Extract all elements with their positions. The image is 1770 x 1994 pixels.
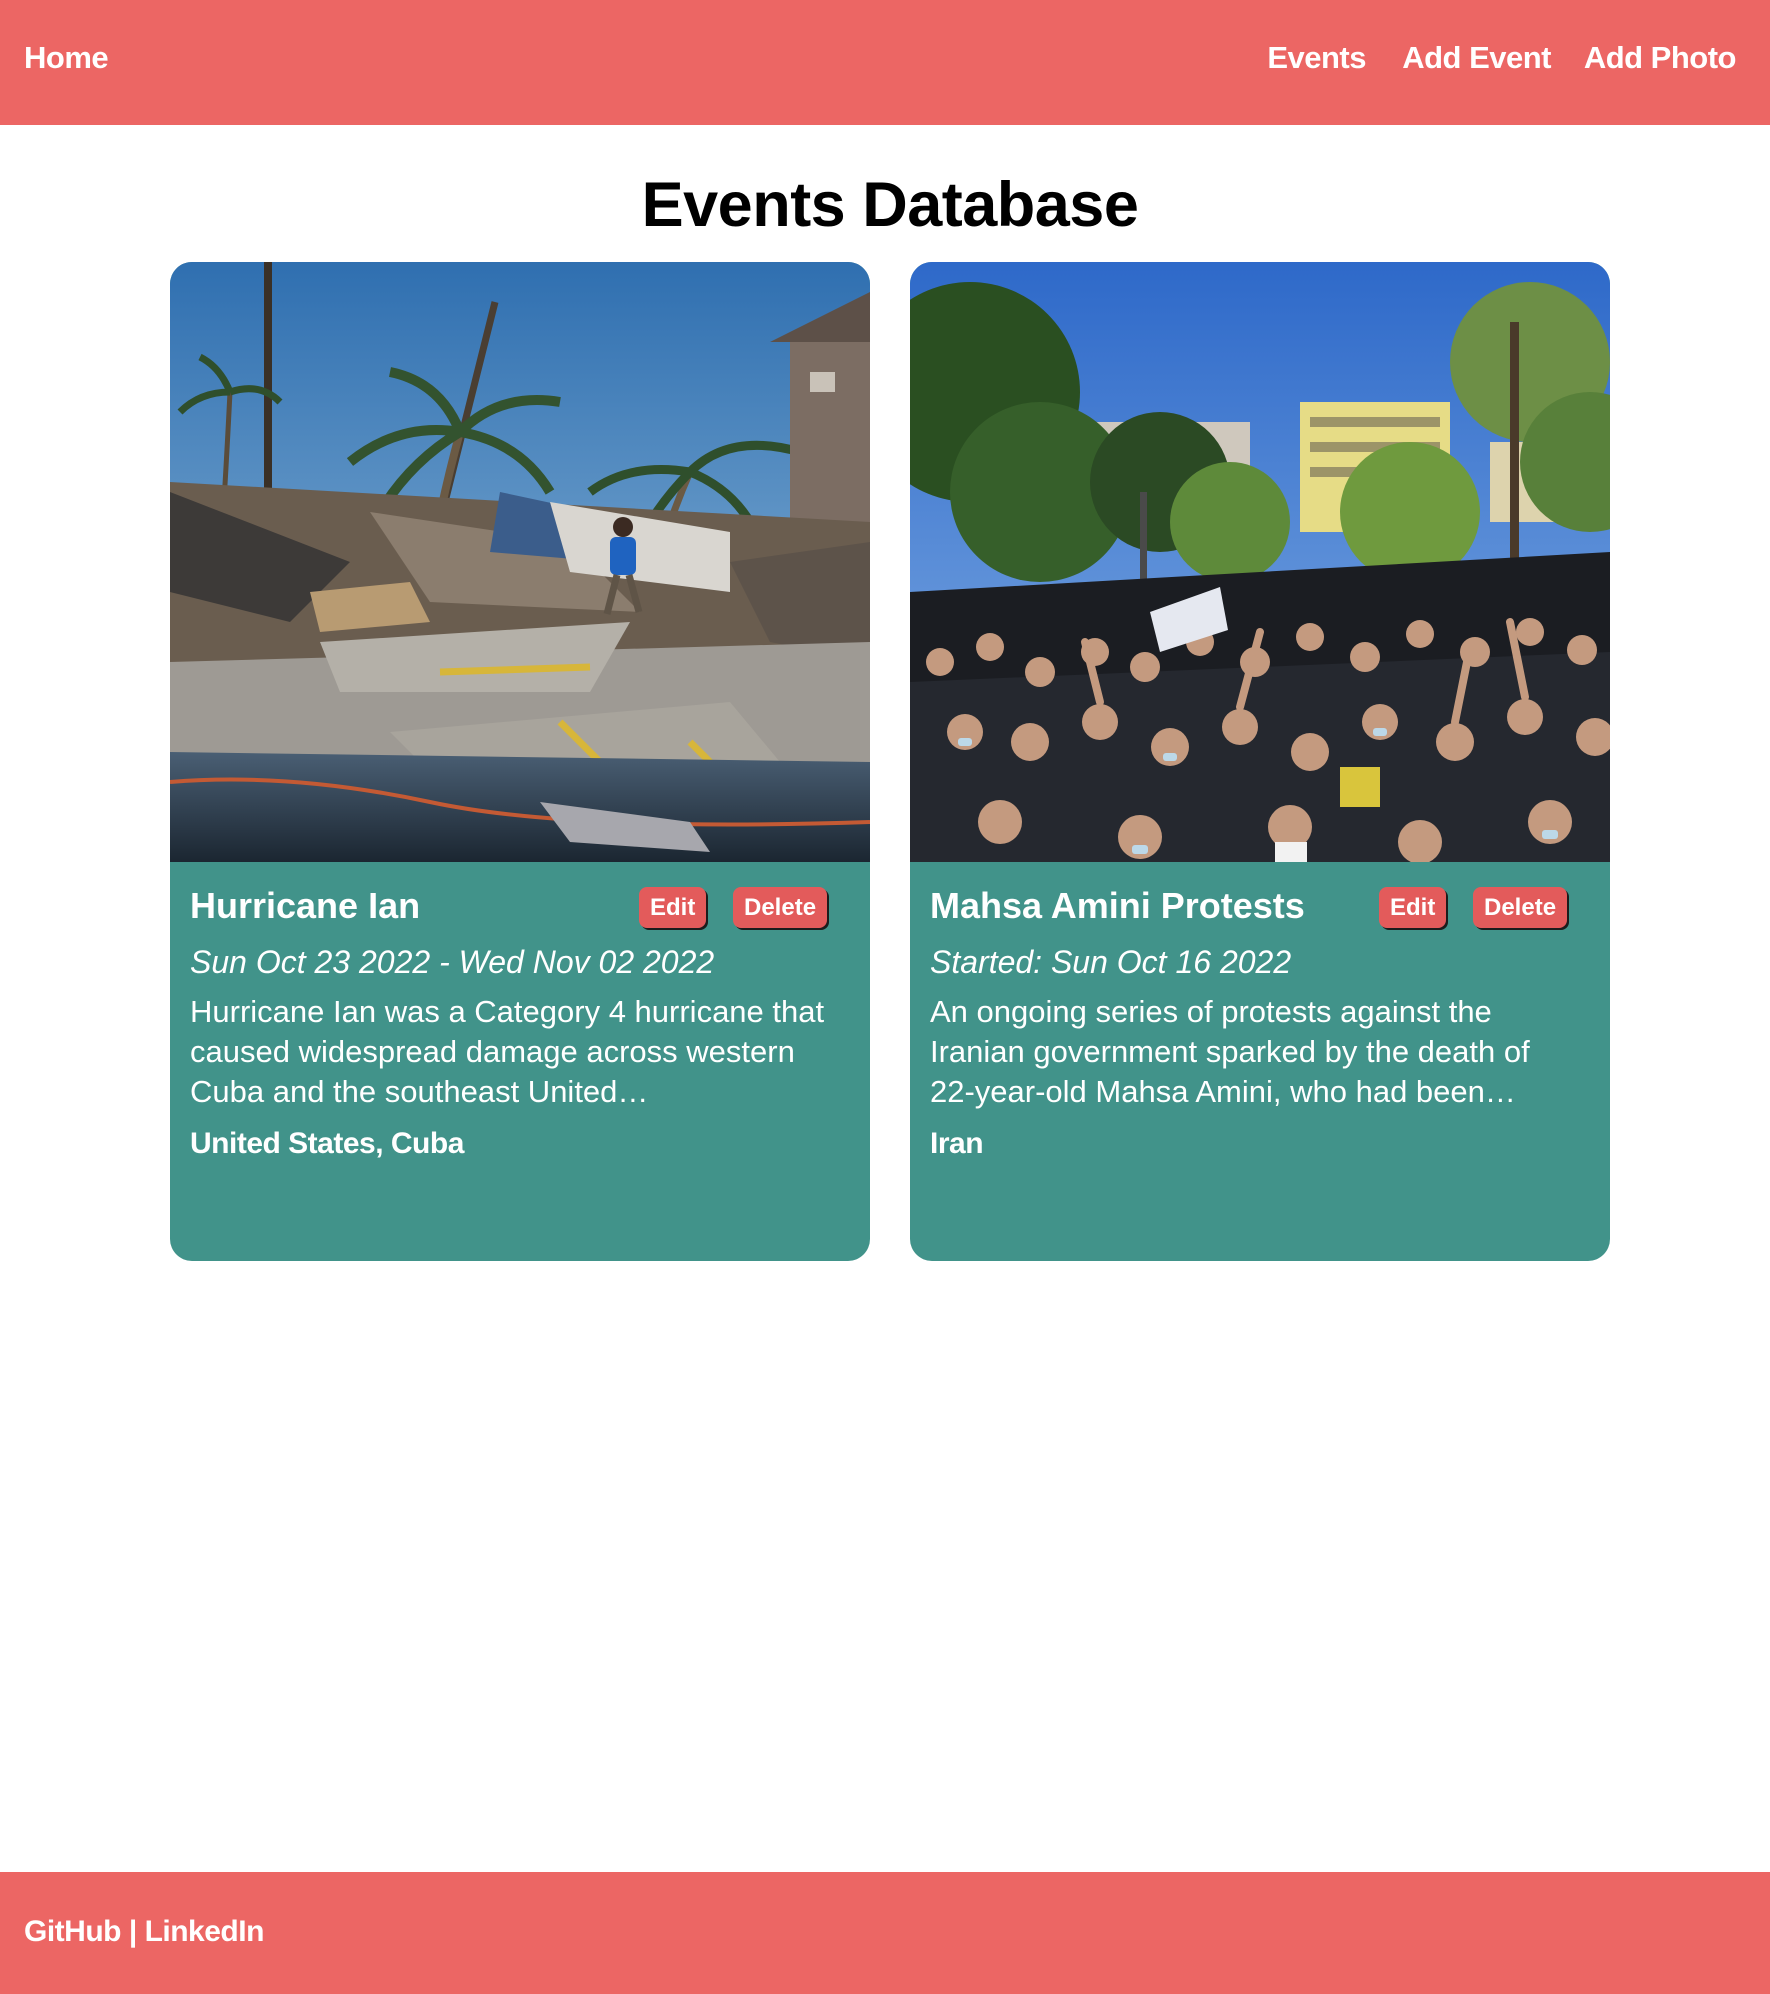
event-description: Hurricane Ian was a Category 4 hurricane… xyxy=(190,994,825,1109)
event-description: An ongoing series of protests against th… xyxy=(930,994,1530,1109)
footer-separator: | xyxy=(120,1915,145,1948)
event-location: United States, Cuba xyxy=(190,1127,464,1160)
edit-button[interactable]: Edit xyxy=(1379,887,1447,928)
nav-add-photo-link[interactable]: Add Photo xyxy=(1584,38,1737,78)
nav-home-link[interactable]: Home xyxy=(24,38,109,78)
event-dates: Sun Oct 23 2022 - Wed Nov 02 2022 xyxy=(190,944,715,980)
event-dates: Started: Sun Oct 16 2022 xyxy=(930,944,1292,980)
event-location: Iran xyxy=(930,1127,984,1160)
top-navbar: Home Events Add Event Add Photo xyxy=(0,0,1770,125)
event-card: Hurricane Ian Edit Delete Sun Oct 23 202… xyxy=(170,262,870,1261)
nav-add-event-link[interactable]: Add Event xyxy=(1402,38,1551,78)
delete-button[interactable]: Delete xyxy=(733,887,828,928)
github-link[interactable]: GitHub xyxy=(24,1915,121,1948)
delete-button[interactable]: Delete xyxy=(1473,887,1568,928)
edit-button[interactable]: Edit xyxy=(639,887,707,928)
footer-links: GitHub | LinkedIn xyxy=(24,1912,264,1952)
hurricane-damage-photo xyxy=(170,262,870,862)
nav-events-link[interactable]: Events xyxy=(1267,38,1366,78)
event-title: Mahsa Amini Protests xyxy=(930,885,1305,926)
page-title: Events Database xyxy=(641,170,1139,240)
protest-crowd-photo xyxy=(910,262,1610,862)
footer: GitHub | LinkedIn xyxy=(0,1872,1770,1994)
event-title: Hurricane Ian xyxy=(190,885,421,926)
linkedin-link[interactable]: LinkedIn xyxy=(145,1915,265,1948)
event-card: Mahsa Amini Protests Edit Delete Started… xyxy=(910,262,1610,1261)
